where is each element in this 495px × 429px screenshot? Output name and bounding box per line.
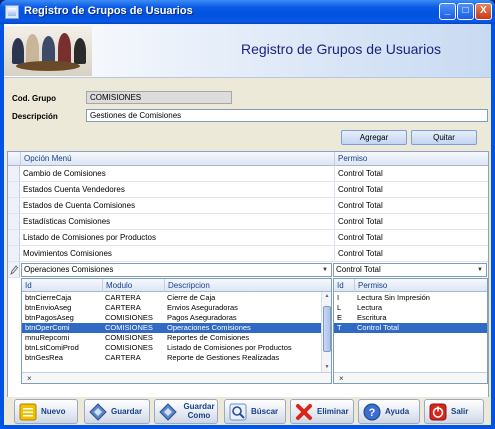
opcion-menu-dropdown: Id Modulo Descripcion btnCierreCaja CART…: [21, 278, 332, 384]
header-banner: Registro de Grupos de Usuarios: [4, 24, 491, 78]
descripcion-field[interactable]: Gestiones de Comisiones: [86, 109, 488, 122]
delete-icon: [296, 404, 312, 420]
agregar-button[interactable]: Agregar: [341, 130, 407, 145]
save-as-icon: [159, 403, 177, 421]
table-row[interactable]: Estadísticas Comisiones Control Total: [20, 214, 488, 230]
table-row[interactable]: Cambio de Comisiones Control Total: [20, 166, 488, 182]
close-dropdown-icon[interactable]: ×: [27, 373, 32, 383]
opcion-menu-combo-value: Operaciones Comisiones: [24, 265, 114, 274]
client-area: Registro de Grupos de Usuarios Cod. Grup…: [4, 24, 491, 425]
nuevo-button[interactable]: Nuevo: [14, 399, 78, 424]
edit-row-indicator: [8, 262, 20, 278]
ayuda-button[interactable]: ? Ayuda: [358, 399, 420, 424]
close-dropdown-icon[interactable]: ×: [339, 373, 344, 383]
dropdown-scrollbar[interactable]: ▲ ▼: [321, 292, 331, 372]
pencil-icon: [10, 265, 19, 275]
permiso-dropdown: Id Permiso I Lectura Sin Impresión L Lec…: [333, 278, 488, 384]
guardar-button[interactable]: Guardar: [84, 399, 150, 424]
cod-grupo-label: Cod. Grupo: [12, 94, 56, 103]
exit-icon: [429, 403, 447, 421]
scroll-up-icon[interactable]: ▲: [322, 292, 331, 301]
table-row[interactable]: Estados Cuenta Vendedores Control Total: [20, 182, 488, 198]
list-item[interactable]: I Lectura Sin Impresión: [334, 293, 487, 303]
grid-header: Opción Menú Permiso: [8, 152, 488, 166]
chevron-down-icon[interactable]: ▼: [475, 265, 485, 275]
chevron-down-icon[interactable]: ▼: [320, 265, 330, 275]
dropdown-footer: ×: [22, 372, 331, 383]
buscar-button[interactable]: Búscar: [224, 399, 286, 424]
quitar-button[interactable]: Quitar: [411, 130, 477, 145]
minimize-button[interactable]: _: [439, 3, 456, 20]
list-item[interactable]: mnuRepcomi COMISIONES Reportes de Comisi…: [22, 333, 321, 343]
eliminar-button[interactable]: Eliminar: [290, 399, 354, 424]
permiso-combo[interactable]: Control Total ▼: [333, 263, 487, 277]
list-item[interactable]: btnGesRea CARTERA Reporte de Gestiones R…: [22, 353, 321, 363]
descripcion-label: Descripción: [12, 112, 58, 121]
list-item-selected[interactable]: T Control Total: [334, 323, 487, 333]
window-title: Registro de Grupos de Usuarios: [24, 5, 193, 17]
column-header-opcion[interactable]: Opción Menú: [20, 152, 334, 166]
permiso-combo-value: Control Total: [336, 265, 381, 274]
list-item[interactable]: E Escritura: [334, 313, 487, 323]
application-window: Registro de Grupos de Usuarios _ □ X Reg…: [0, 0, 495, 429]
list-item[interactable]: btnLstComiProd COMISIONES Listado de Com…: [22, 343, 321, 353]
scroll-thumb[interactable]: [323, 306, 331, 352]
table-row[interactable]: Estados de Cuenta Comisiones Control Tot…: [20, 198, 488, 214]
salir-button[interactable]: Salir: [424, 399, 484, 424]
new-document-icon: [19, 403, 37, 421]
page-title: Registro de Grupos de Usuarios: [241, 41, 441, 57]
svg-text:?: ?: [369, 407, 376, 419]
help-icon: ?: [363, 403, 381, 421]
list-item[interactable]: btnCierreCaja CARTERA Cierre de Caja: [22, 293, 321, 303]
permissions-grid: Opción Menú Permiso Cambio de Comisiones…: [7, 151, 489, 405]
meeting-photo: [4, 26, 92, 76]
close-button[interactable]: X: [475, 3, 492, 20]
list-item[interactable]: L Lectura: [334, 303, 487, 313]
dropdown-header: Id Modulo Descripcion: [22, 279, 331, 292]
scroll-down-icon[interactable]: ▼: [322, 363, 331, 372]
guardar-como-button[interactable]: Guardar Como: [154, 399, 218, 424]
save-icon: [89, 403, 107, 421]
table-row[interactable]: Movimientos Comisiones Control Total: [20, 246, 488, 262]
list-item-selected[interactable]: btnOperComi COMISIONES Operaciones Comis…: [22, 323, 321, 333]
table-row[interactable]: Listado de Comisiones por Productos Cont…: [20, 230, 488, 246]
cod-grupo-field[interactable]: COMISIONES: [86, 91, 232, 104]
title-bar[interactable]: Registro de Grupos de Usuarios _ □ X: [0, 0, 495, 24]
dropdown-header: Id Permiso: [334, 279, 487, 292]
dropdown-footer: ×: [334, 372, 487, 383]
maximize-button[interactable]: □: [457, 3, 474, 20]
app-icon: [5, 5, 19, 19]
search-icon: [229, 403, 247, 421]
list-item[interactable]: btnEnvioAseg CARTERA Envios Aseguradoras: [22, 303, 321, 313]
list-item[interactable]: btnPagosAseg COMISIONES Pagos Asegurador…: [22, 313, 321, 323]
bottom-toolbar: Nuevo Guardar Guardar Como Búscar Elimin…: [4, 397, 491, 425]
column-header-permiso[interactable]: Permiso: [334, 152, 488, 166]
opcion-menu-combo[interactable]: Operaciones Comisiones ▼: [21, 263, 332, 277]
